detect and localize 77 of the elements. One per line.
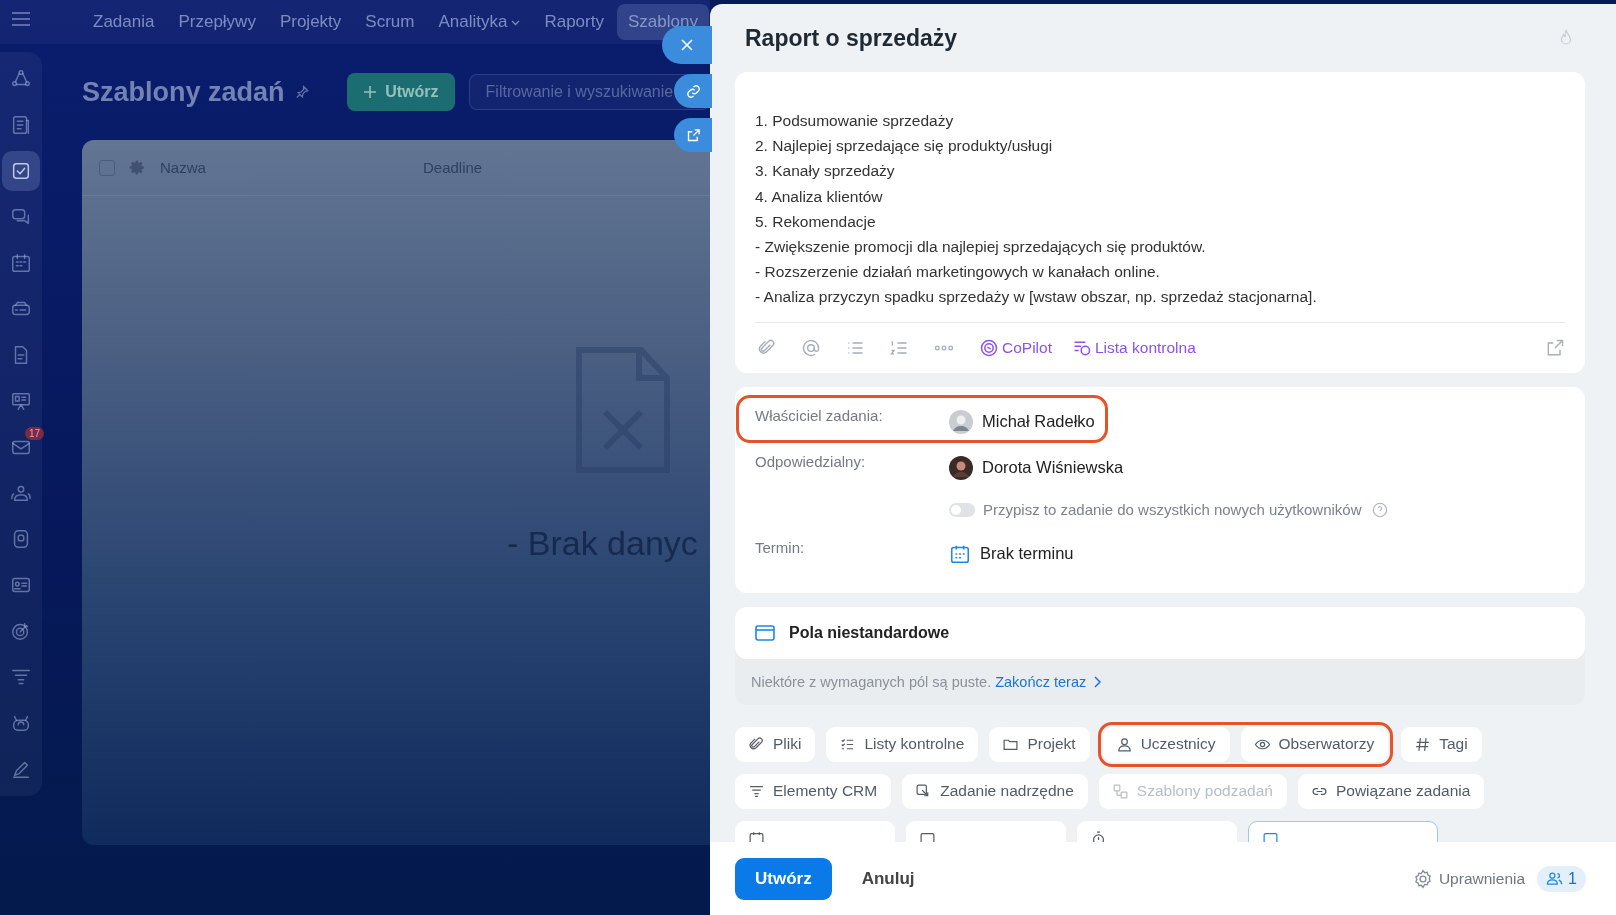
option-chip[interactable]: Listy kontrolne — [826, 726, 979, 762]
nav-tab[interactable]: Przepływy — [167, 4, 267, 40]
copy-link-button[interactable] — [674, 74, 712, 108]
cancel-button[interactable]: Anuluj — [843, 860, 933, 897]
spiral-icon — [979, 337, 999, 358]
chevron-icon — [1093, 675, 1102, 688]
description-line: - Analiza przyczyn spadku sprzedaży w [wstaw obszar, np. sprzedaż stacjonarna]. — [755, 287, 1318, 308]
option-chip[interactable]: Projekt — [989, 726, 1090, 762]
toggle-switch[interactable] — [949, 502, 975, 517]
nav-tab[interactable]: Projekty — [268, 4, 353, 40]
person-icon — [1115, 735, 1133, 753]
checkbox-icon — [10, 160, 32, 182]
plus-icon — [363, 85, 378, 99]
option-chip[interactable]: Elementy CRM — [735, 773, 892, 809]
field-icon — [755, 623, 775, 642]
open-new-window-button[interactable] — [674, 118, 712, 152]
field-value[interactable]: Dorota Wiśniewska — [982, 458, 1124, 478]
option-chip[interactable]: Obserwatorzy — [1240, 726, 1389, 762]
option-chip[interactable]: Powiązane zadania — [1297, 773, 1485, 809]
field-label: Właściciel zadania: — [755, 405, 884, 424]
newspaper-icon — [10, 114, 32, 136]
create-task-button[interactable]: Utwórz — [735, 857, 832, 900]
pin-icon[interactable] — [294, 84, 310, 100]
gear-icon — [1412, 868, 1433, 889]
caret-icon — [511, 20, 521, 26]
section-title: Pola niestandardowe — [789, 623, 950, 642]
empty-file-icon — [575, 346, 671, 474]
finish-now-link[interactable]: Zakończ teraz — [995, 673, 1102, 690]
note-text: Niektóre z wymaganych pól są puste. — [751, 673, 992, 690]
external-link-icon[interactable] — [1545, 337, 1565, 358]
field-label: Odpowiedzialny: — [755, 451, 867, 470]
settings-icon[interactable] — [129, 159, 146, 176]
field-label: Termin: — [755, 537, 806, 556]
toolbar-link[interactable]: CoPilot — [979, 337, 1052, 358]
mention-icon[interactable] — [801, 337, 821, 358]
avatar-icon — [949, 409, 973, 434]
sidebar-item[interactable] — [2, 151, 40, 191]
nav-tab[interactable]: Zadania — [82, 4, 166, 40]
people-icon — [1546, 870, 1564, 887]
custom-fields-header[interactable]: Pola niestandardowe — [735, 606, 1585, 659]
page-title: Szablony zadań — [82, 76, 285, 108]
description-line: 2. Najlepiej sprzedające się produkty/usługi — [755, 136, 1054, 157]
link-icon — [685, 83, 701, 99]
description-line: 3. Kanały sprzedaży — [755, 161, 896, 182]
calendar-icon — [748, 829, 765, 842]
paperclip-icon — [748, 735, 765, 753]
toolbar-link[interactable]: Lista kontrolna — [1071, 337, 1196, 358]
description-line: - Zwiększenie promocji dla najlepiej sprzedających się produktów. — [755, 237, 1207, 257]
option-chip[interactable]: Uczestnicy — [1102, 726, 1230, 762]
members-count-badge[interactable]: 1 — [1537, 865, 1586, 892]
count-badge: 17 — [24, 427, 44, 440]
option-chip[interactable]: Zadanie nadrzędne — [902, 773, 1088, 809]
nav-tab[interactable]: Raporty — [533, 4, 615, 40]
description-line: 5. Rekomendacje — [755, 211, 877, 232]
timer-icon — [1090, 829, 1107, 842]
option-chip[interactable]: Pliki — [735, 726, 816, 762]
help-icon[interactable] — [1371, 501, 1388, 518]
option-chip[interactable]: Tagi — [1401, 726, 1482, 762]
calendar-icon — [10, 252, 32, 274]
nav-tab[interactable]: Analityka — [427, 4, 532, 40]
hash-icon — [1414, 735, 1432, 753]
toggle-label: Przypisz to zadanie do wszystkich nowych użytkowników — [983, 501, 1362, 519]
external-link-icon — [685, 127, 701, 143]
permissions-link[interactable]: Uprawnienia — [1412, 868, 1526, 889]
squares-icon — [1111, 782, 1129, 800]
description-line: 4. Analiza klientów — [755, 186, 884, 207]
field-value[interactable]: Brak terminu — [980, 544, 1074, 564]
presentation-icon — [10, 390, 32, 412]
create-button[interactable]: Utwórz — [347, 73, 455, 111]
description-line: 1. Podsumowanie sprzedaży — [755, 111, 955, 131]
task-title: Raport o sprzedaży — [745, 24, 958, 52]
description-line: - Rozszerzenie działań marketingowych w kanałach online. — [755, 262, 1161, 283]
avatar-icon — [949, 455, 973, 480]
close-button[interactable] — [662, 26, 712, 64]
close-icon — [680, 38, 694, 52]
field-value[interactable]: Michał Radełko — [982, 412, 1095, 432]
nav-tab[interactable]: Scrum — [354, 4, 426, 40]
